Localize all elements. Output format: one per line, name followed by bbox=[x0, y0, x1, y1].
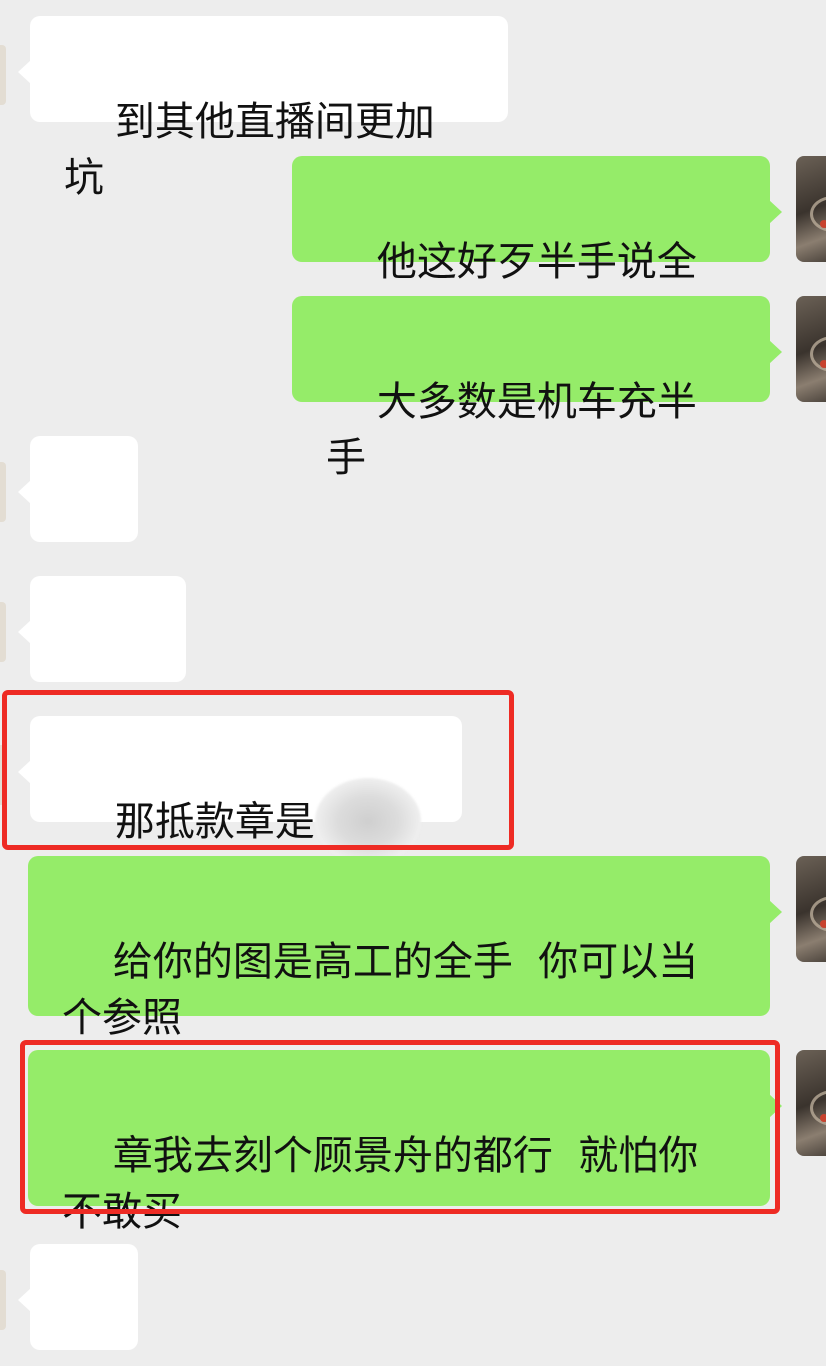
chat-conversation: 到其他直播间更加坑 他这好歹半手说全手 大多数是机车充半手 嗯 对的 那抵款章是… bbox=[0, 0, 826, 1366]
avatar-edge bbox=[0, 602, 6, 662]
avatar-edge bbox=[0, 745, 6, 805]
user-avatar[interactable] bbox=[796, 856, 826, 962]
outgoing-message[interactable]: 章我去刻个顾景舟的都行 就怕你不敢买 bbox=[28, 1050, 782, 1235]
avatar-edge bbox=[0, 1270, 6, 1330]
user-avatar[interactable] bbox=[796, 156, 826, 262]
incoming-message[interactable]: 到其他直播间更加坑 bbox=[18, 16, 508, 201]
message-text-before: 那抵款章是 bbox=[114, 799, 315, 845]
message-text: 给你的图是高工的全手 你可以当个参照 bbox=[62, 939, 699, 1041]
outgoing-message[interactable]: 给你的图是高工的全手 你可以当个参照 bbox=[28, 856, 782, 1041]
message-text: 大多数是机车充半手 bbox=[326, 379, 697, 481]
user-avatar[interactable] bbox=[796, 296, 826, 402]
incoming-message[interactable]: 那抵款章是吧 bbox=[18, 716, 462, 901]
message-text: 章我去刻个顾景舟的都行 就怕你不敢买 bbox=[62, 1133, 699, 1235]
user-avatar[interactable] bbox=[796, 1050, 826, 1156]
outgoing-message[interactable]: 他这好歹半手说全手 bbox=[292, 156, 782, 341]
incoming-message[interactable]: 嗯 bbox=[18, 1244, 138, 1350]
incoming-message[interactable]: 嗯 bbox=[18, 436, 138, 621]
avatar-edge bbox=[0, 45, 6, 105]
outgoing-message[interactable]: 大多数是机车充半手 bbox=[292, 296, 782, 481]
avatar-edge bbox=[0, 462, 6, 522]
incoming-message[interactable]: 对的 bbox=[18, 576, 186, 761]
redaction-blur bbox=[314, 778, 421, 864]
